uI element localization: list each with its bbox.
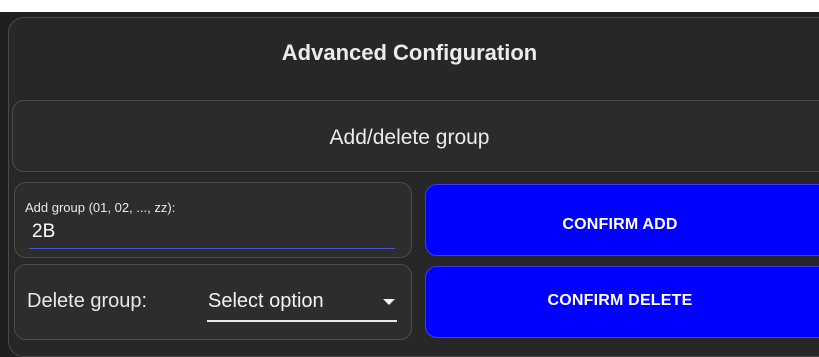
add-group-input[interactable]: [29, 216, 395, 249]
add-group-label: Add group (01, 02, ..., zz):: [25, 200, 176, 215]
panel-title: Advanced Configuration: [281, 40, 538, 65]
delete-group-select[interactable]: Select option: [207, 288, 397, 322]
select-value: Select option: [208, 290, 324, 312]
chevron-down-icon: [383, 299, 395, 305]
delete-group-label: Delete group:: [27, 290, 148, 312]
confirm-delete-label: CONFIRM DELETE: [547, 292, 693, 309]
section-title: Add/delete group: [329, 126, 490, 149]
top-strip: [0, 0, 819, 12]
confirm-add-label: CONFIRM ADD: [562, 216, 678, 233]
